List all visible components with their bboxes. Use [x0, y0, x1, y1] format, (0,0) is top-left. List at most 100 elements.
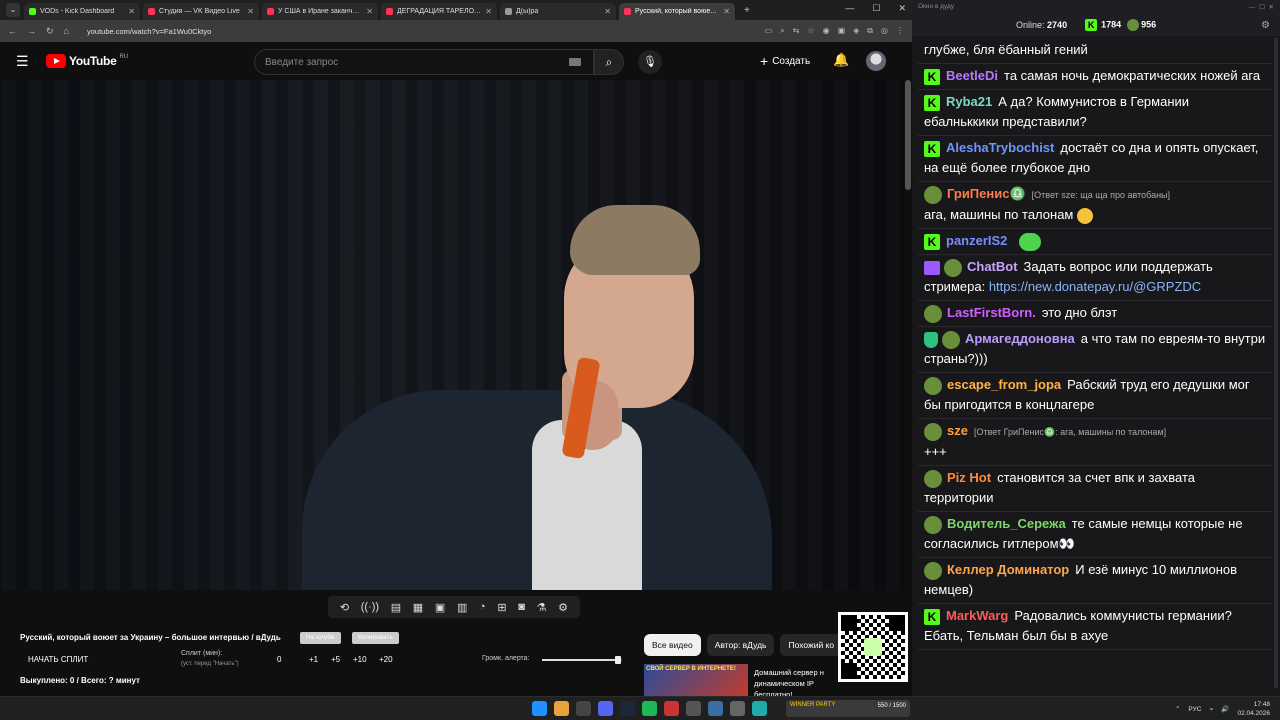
chip-all-videos[interactable]: Все видео: [644, 634, 701, 656]
chat-username[interactable]: escape_from_jopa: [947, 377, 1061, 392]
network-icon[interactable]: ⌁: [1209, 705, 1213, 713]
split-option-20[interactable]: +20: [379, 655, 393, 664]
search-icon[interactable]: ⌕: [594, 49, 624, 75]
extension-icon[interactable]: ▣: [838, 26, 846, 36]
chat-username[interactable]: Армагеддоновна: [965, 331, 1075, 346]
cast-icon[interactable]: ▭: [765, 26, 773, 36]
bookmark-star-icon[interactable]: ☆: [807, 26, 814, 36]
chip-author[interactable]: Автор: вДудь: [706, 634, 775, 656]
browser-tab[interactable]: Студия — VK Видео Live ✕: [143, 3, 260, 20]
playlist-icon[interactable]: ▤: [391, 601, 401, 614]
menu-icon[interactable]: ⋮: [896, 26, 904, 36]
chat-username[interactable]: Ryba21: [946, 94, 992, 109]
chat-username[interactable]: AleshaTrybochist: [946, 140, 1054, 155]
extension-icon[interactable]: ◈: [853, 26, 859, 36]
start-split-button[interactable]: НАЧАТЬ СПЛИТ: [28, 655, 88, 664]
home-icon[interactable]: ⌂: [64, 26, 69, 36]
tab-close-icon[interactable]: ✕: [723, 7, 730, 16]
chat-username[interactable]: Водитель_Сережа: [947, 516, 1066, 531]
profile-icon[interactable]: ◎: [881, 26, 888, 36]
browser-tab[interactable]: Русский, который воюет за ✕: [619, 3, 736, 20]
chat-username[interactable]: LastFirstBorn.: [947, 305, 1036, 320]
chrome-icon[interactable]: [554, 701, 569, 716]
avatar[interactable]: [866, 51, 886, 71]
on-youtube-button[interactable]: На ютубе: [300, 632, 341, 644]
chat-username[interactable]: Piz Hot: [947, 470, 991, 485]
chat-link[interactable]: https://new.donatepay.ru/@GRPZDC: [989, 279, 1201, 294]
app-icon[interactable]: [708, 701, 723, 716]
extension-icon[interactable]: ◉: [823, 26, 830, 36]
chat-username[interactable]: MarkWarg: [946, 608, 1008, 623]
back-icon[interactable]: ←: [8, 26, 17, 36]
zoom-icon[interactable]: ⌕: [780, 26, 784, 36]
create-button[interactable]: + Создать: [760, 53, 810, 69]
browser-tab[interactable]: У США в Иране заканчиваютс ✕: [262, 3, 379, 20]
maximize-icon[interactable]: ☐: [872, 3, 880, 14]
copy-button[interactable]: Копировать: [352, 632, 399, 644]
chat-window-controls[interactable]: — ☐ ✕: [1249, 3, 1274, 11]
settings-gear-icon[interactable]: ⚙: [558, 601, 568, 614]
alert-volume-slider[interactable]: [542, 656, 622, 664]
tab-close-icon[interactable]: ✕: [128, 7, 135, 16]
clock[interactable]: 17:48 02.04.2026: [1237, 700, 1270, 718]
cinema-icon[interactable]: ▥: [457, 601, 467, 614]
tray-chevron-icon[interactable]: ⌃: [1175, 705, 1180, 713]
keyboard-icon[interactable]: [569, 58, 581, 66]
chat-username[interactable]: sze: [947, 423, 968, 438]
clapper-icon[interactable]: ▦: [413, 601, 423, 614]
browser-tab[interactable]: ДЕГРАДАЦИЯ ТАРЕЛОЧНИЦ ✕: [381, 3, 498, 20]
tab-close-icon[interactable]: ✕: [247, 7, 254, 16]
chat-scrollbar[interactable]: [1274, 38, 1278, 688]
steam-icon[interactable]: [620, 701, 635, 716]
video-player[interactable]: [2, 80, 904, 590]
chat-settings-icon[interactable]: ⚙: [1261, 20, 1270, 31]
app-icon[interactable]: [664, 701, 679, 716]
discord-icon[interactable]: [598, 701, 613, 716]
taskbar-widget[interactable]: WINNER PARTY 550 / 1500: [786, 700, 910, 717]
volume-icon[interactable]: 🔊: [1221, 705, 1229, 713]
minimize-icon[interactable]: —: [845, 3, 854, 14]
browser-tab[interactable]: Д(ы)ра ✕: [500, 3, 617, 20]
app-icon[interactable]: [730, 701, 745, 716]
chat-username[interactable]: Келлер Доминатор: [947, 562, 1069, 577]
url-field[interactable]: youtube.com/watch?v=Fa1Wu0Cktyo: [79, 23, 755, 39]
split-option-0[interactable]: 0: [277, 655, 281, 664]
speed-icon[interactable]: ◔: [479, 601, 486, 613]
chat-username[interactable]: panzerIS2: [946, 233, 1007, 248]
tab-close-icon[interactable]: ✕: [485, 7, 492, 16]
youtube-logo[interactable]: YouTube RU: [46, 54, 128, 68]
tab-close-icon[interactable]: ✕: [604, 7, 611, 16]
close-icon[interactable]: ✕: [898, 3, 906, 14]
chip-similar[interactable]: Похожий ко: [780, 634, 843, 656]
chat-username[interactable]: ГриПенис♎: [947, 186, 1026, 201]
split-option-10[interactable]: +10: [353, 655, 367, 664]
language-indicator[interactable]: РУС: [1188, 706, 1201, 713]
hamburger-menu-icon[interactable]: ☰: [16, 53, 30, 70]
translate-icon[interactable]: ⇆: [793, 26, 800, 36]
split-option-5[interactable]: +5: [331, 655, 340, 664]
alert-volume-knob[interactable]: [615, 656, 621, 664]
chat-username[interactable]: ChatBot: [967, 259, 1018, 274]
app-icon[interactable]: [752, 701, 767, 716]
tab-search-icon[interactable]: ⌄: [6, 3, 20, 17]
forward-icon[interactable]: →: [27, 26, 36, 36]
pip-icon[interactable]: ▣: [435, 601, 445, 614]
reload-icon[interactable]: ↻: [46, 26, 54, 37]
app-icon[interactable]: [576, 701, 591, 716]
add-clip-icon[interactable]: ⊞: [497, 601, 506, 614]
spotify-icon[interactable]: [642, 701, 657, 716]
search-input[interactable]: Введите запрос: [254, 49, 594, 75]
notifications-bell-icon[interactable]: 🔔: [833, 52, 849, 68]
page-scrollbar[interactable]: [905, 80, 911, 190]
recommended-video-thumbnail[interactable]: СВОЙ СЕРВЕР В ИНТЕРНЕТЕ!: [644, 664, 748, 696]
tab-close-icon[interactable]: ✕: [366, 7, 373, 16]
puzzle-icon[interactable]: ⧉: [867, 26, 873, 36]
chat-username[interactable]: BeetleDi: [946, 68, 998, 83]
app-icon[interactable]: [686, 701, 701, 716]
browser-tab[interactable]: VODs - Kick Dashboard ✕: [24, 3, 141, 20]
new-tab-button[interactable]: +: [744, 5, 750, 16]
windows-start-icon[interactable]: [532, 701, 547, 716]
flask-icon[interactable]: ⚗: [537, 601, 547, 614]
microphone-icon[interactable]: 🎙: [638, 50, 662, 74]
loop-icon[interactable]: ⟲: [340, 601, 349, 614]
